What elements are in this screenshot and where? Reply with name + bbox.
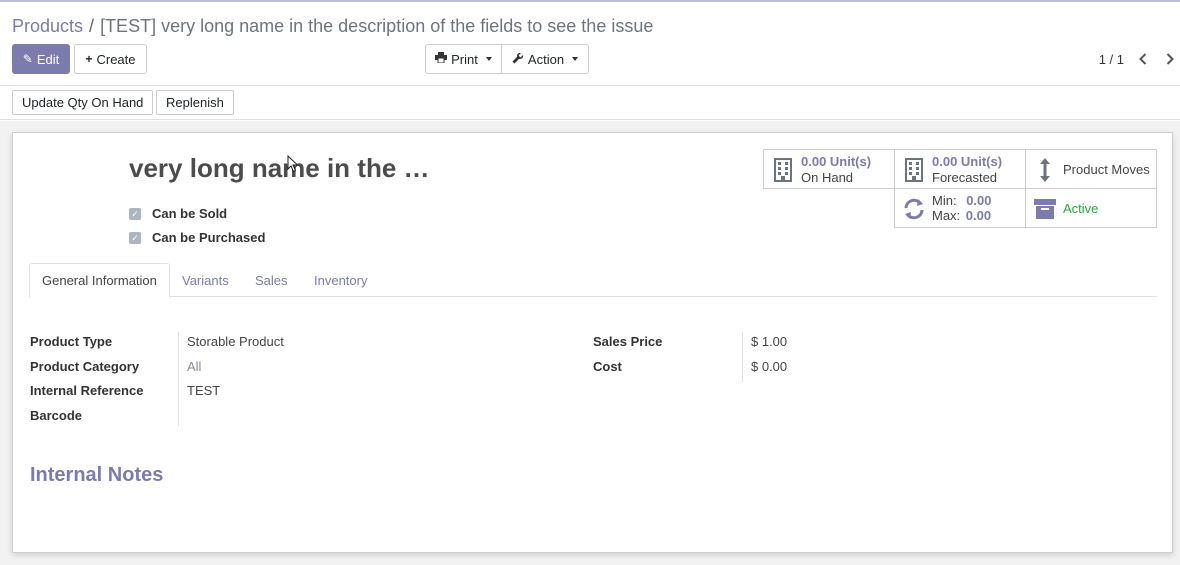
forecasted-label: Forecasted xyxy=(932,170,998,185)
reordering-rules-button[interactable]: Min: 0.00 Max: 0.00 xyxy=(894,188,1026,228)
can-be-sold-checkbox[interactable]: ✓ xyxy=(129,208,141,220)
left-column-divider xyxy=(178,332,179,426)
reorder-max-label: Max: xyxy=(932,208,961,223)
reorder-min-label: Min: xyxy=(932,193,957,208)
product-moves-button[interactable]: Product Moves xyxy=(1025,149,1157,189)
update-qty-on-hand-button[interactable]: Update Qty On Hand xyxy=(12,90,154,115)
sales-price-label: Sales Price xyxy=(593,334,663,349)
forecasted-button[interactable]: 0.00 Unit(s) Forecasted xyxy=(894,149,1026,189)
pager-value[interactable]: 1 / 1 xyxy=(1099,52,1124,67)
internal-notes-heading: Internal Notes xyxy=(30,464,164,486)
on-hand-button[interactable]: 0.00 Unit(s) On Hand xyxy=(763,149,895,189)
barcode-label: Barcode xyxy=(30,408,83,423)
tab-sales[interactable]: Sales xyxy=(243,263,300,297)
breadcrumb-products-link[interactable]: Products xyxy=(12,16,83,36)
caret-down-icon xyxy=(485,57,492,61)
breadcrumb: Products / [TEST] very long name in the de… xyxy=(12,16,653,37)
action-label: Action xyxy=(527,51,565,67)
pager-next-button[interactable] xyxy=(1160,48,1180,70)
cost-label: Cost xyxy=(593,359,622,374)
sales-price-value[interactable]: $ 1.00 xyxy=(751,334,787,349)
product-category-label: Product Category xyxy=(30,359,140,374)
plus-icon: + xyxy=(85,52,93,66)
can-be-purchased-checkbox[interactable]: ✓ xyxy=(129,232,141,244)
building-icon xyxy=(772,158,794,182)
form-sheet: very long name in the … ✓ Can be Sold ✓ … xyxy=(12,132,1173,553)
action-dropdown[interactable]: Action xyxy=(501,44,589,74)
right-column-divider xyxy=(742,332,743,382)
edit-button[interactable]: ✎ Edit xyxy=(12,44,70,74)
create-button-label: Create xyxy=(96,51,136,67)
tab-inventory[interactable]: Inventory xyxy=(302,263,379,297)
create-button[interactable]: + Create xyxy=(74,44,147,74)
active-label: Active xyxy=(1063,201,1099,216)
tab-variants[interactable]: Variants xyxy=(170,263,241,297)
mouse-cursor-icon xyxy=(287,155,299,173)
print-dropdown[interactable]: Print xyxy=(425,44,502,74)
reorder-max-value: 0.00 xyxy=(965,208,992,223)
can-be-sold-label: Can be Sold xyxy=(152,206,228,221)
forecasted-value: 0.00 Unit(s) xyxy=(932,154,1003,169)
reorder-max: Max: 0.00 xyxy=(932,208,991,223)
refresh-icon xyxy=(903,197,925,221)
pencil-icon: ✎ xyxy=(22,52,33,66)
internal-reference-label: Internal Reference xyxy=(30,383,144,398)
edit-button-label: Edit xyxy=(36,51,60,67)
product-moves-label: Product Moves xyxy=(1063,162,1150,177)
caret-down-icon xyxy=(572,57,579,61)
print-label: Print xyxy=(451,51,478,67)
active-toggle-button[interactable]: Active xyxy=(1025,188,1157,228)
product-type-value[interactable]: Storable Product xyxy=(187,334,284,349)
notebook-tabs: General Information Variants Sales Inven… xyxy=(29,263,1157,298)
wrench-icon xyxy=(512,52,524,67)
chevron-right-icon xyxy=(1166,53,1174,65)
product-category-value[interactable]: All xyxy=(187,359,201,374)
archive-icon xyxy=(1034,197,1056,221)
can-be-purchased-label: Can be Purchased xyxy=(152,230,266,245)
cost-value[interactable]: $ 0.00 xyxy=(751,359,787,374)
control-panel: Products / [TEST] very long name in the de… xyxy=(0,2,1180,86)
tab-general-information[interactable]: General Information xyxy=(29,263,170,298)
form-statusbar: Update Qty On Hand Replenish xyxy=(0,86,1180,120)
breadcrumb-current: [TEST] very long name in the description… xyxy=(100,16,654,36)
pager-previous-button[interactable] xyxy=(1133,48,1153,70)
reorder-min-value: 0.00 xyxy=(966,193,992,208)
product-name[interactable]: very long name in the … xyxy=(129,153,430,184)
reorder-min: Min: 0.00 xyxy=(932,193,992,208)
product-type-label: Product Type xyxy=(30,334,113,349)
arrows-v-icon xyxy=(1034,158,1056,182)
replenish-button[interactable]: Replenish xyxy=(156,90,234,115)
print-icon xyxy=(435,52,448,66)
chevron-left-icon xyxy=(1139,53,1147,65)
on-hand-label: On Hand xyxy=(801,170,854,185)
on-hand-value: 0.00 Unit(s) xyxy=(801,154,872,169)
breadcrumb-separator: / xyxy=(89,16,95,36)
building-icon xyxy=(903,158,925,182)
internal-reference-value[interactable]: TEST xyxy=(187,383,220,398)
